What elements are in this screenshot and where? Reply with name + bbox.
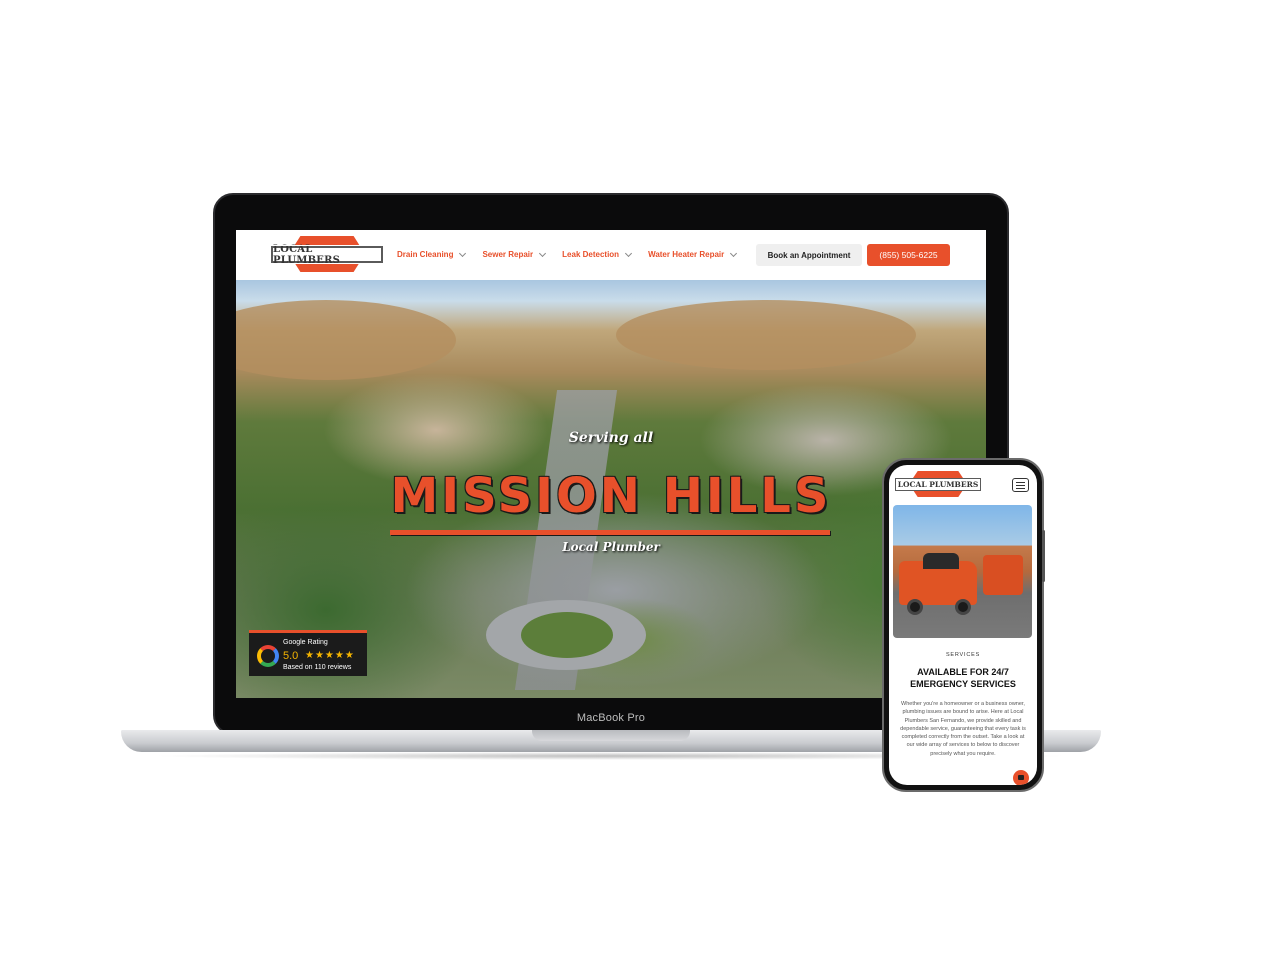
services-body: Whether you're a homeowner or a business… [900, 701, 1026, 757]
phone-side-button [1042, 530, 1045, 582]
hero-roundabout-island [521, 612, 613, 658]
nav-label: Water Heater Repair [648, 250, 725, 259]
chevron-down-icon [625, 249, 633, 257]
rating-label: Google Rating [283, 639, 328, 646]
chevron-down-icon [539, 249, 547, 257]
nav-sewer-repair[interactable]: Sewer Repair [482, 249, 547, 259]
hero-section: Serving all MISSION HILLS Local Plumber … [236, 280, 986, 698]
phone-site-logo[interactable]: LOCAL PLUMBERS [895, 471, 981, 497]
nav-leak-detection[interactable]: Leak Detection [562, 249, 633, 259]
nav-label: Drain Cleaning [397, 250, 454, 259]
chevron-down-icon [730, 249, 738, 257]
hamburger-menu-icon[interactable] [1012, 478, 1029, 492]
laptop-notch [532, 730, 690, 741]
rating-stars-icon: ★★★★★ [305, 650, 355, 661]
phone-button[interactable]: (855) 505-6225 [867, 244, 950, 266]
logo-text: LOCAL PLUMBERS [270, 244, 384, 266]
hero-serving-text: Serving all [568, 430, 654, 446]
truck-wheel [907, 599, 923, 615]
site-logo[interactable]: LOCAL PLUMBERS [270, 236, 384, 272]
chat-icon[interactable] [1013, 770, 1029, 785]
rating-reviews: Based on 110 reviews [283, 664, 352, 671]
chevron-down-icon [459, 249, 467, 257]
laptop-screen: LOCAL PLUMBERS Drain Cleaning Sewer Repa… [236, 230, 986, 698]
nav-drain-cleaning[interactable]: Drain Cleaning [397, 249, 467, 259]
hero-hill [236, 300, 456, 380]
service-van [983, 555, 1023, 595]
phone-screen: LOCAL PLUMBERS SERVICES AVAILABLE FOR 24… [889, 465, 1037, 785]
hero-title: MISSION HILLS [390, 468, 832, 524]
google-icon [257, 645, 279, 667]
hero-underline [390, 530, 830, 535]
hero-subtitle: Local Plumber [562, 540, 660, 554]
mockup-stage: LOCAL PLUMBERS Drain Cleaning Sewer Repa… [0, 0, 1280, 960]
truck-cab [923, 553, 959, 569]
nav-water-heater-repair[interactable]: Water Heater Repair [648, 249, 738, 259]
rating-score: 5.0 [283, 650, 299, 662]
services-title: AVAILABLE FOR 24/7 EMERGENCY SERVICES [910, 667, 1016, 689]
phone-hero-photo [893, 505, 1032, 638]
hero-hill [616, 300, 916, 370]
logo-text: LOCAL PLUMBERS [895, 478, 981, 491]
google-rating-badge[interactable]: Google Rating 5.0 ★★★★★ Based on 110 rev… [249, 630, 367, 676]
book-appointment-button[interactable]: Book an Appointment [756, 244, 862, 266]
truck-wheel [955, 599, 971, 615]
services-eyebrow: SERVICES [945, 652, 981, 658]
nav-label: Leak Detection [562, 250, 620, 259]
nav-label: Sewer Repair [482, 250, 534, 259]
main-nav: Drain Cleaning Sewer Repair Leak Detecti… [397, 249, 738, 259]
site-header: LOCAL PLUMBERS Drain Cleaning Sewer Repa… [236, 230, 986, 280]
